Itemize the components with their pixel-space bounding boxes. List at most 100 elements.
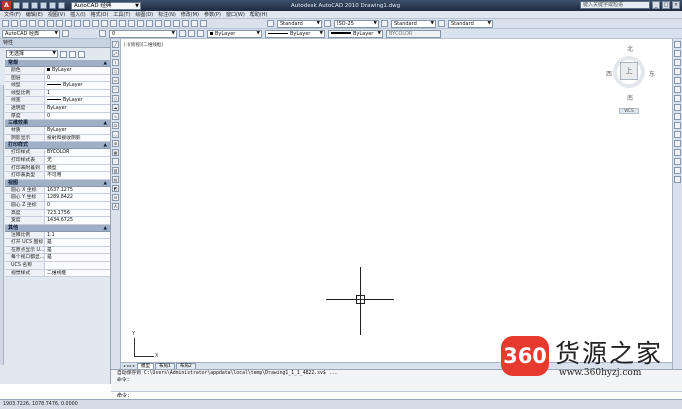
open-icon[interactable] (22, 2, 29, 9)
property-value[interactable]: ByLayer (45, 104, 110, 112)
zoom-window-icon[interactable] (128, 20, 135, 27)
property-row[interactable]: 线型 ByLayer (5, 82, 110, 90)
trim-icon[interactable] (674, 122, 681, 129)
copy-icon[interactable] (674, 50, 681, 57)
zoom-previous-icon[interactable] (137, 20, 144, 27)
property-value[interactable]: 是 (45, 254, 110, 262)
maximize-button[interactable]: □ (662, 1, 670, 9)
property-value[interactable]: 无 (45, 156, 110, 164)
property-row[interactable]: 线型比例 1 (5, 89, 110, 98)
viewcube-top-face[interactable]: 上 (620, 62, 638, 80)
move-icon[interactable] (674, 86, 681, 93)
property-value[interactable]: 二维线框 (45, 269, 110, 277)
hatch-icon[interactable]: ▨ (112, 167, 119, 174)
property-row[interactable]: 打开 UCS 图标是 (5, 239, 110, 247)
ellipse-icon[interactable]: ⬭ (112, 122, 119, 129)
redo-icon[interactable] (49, 2, 56, 9)
open-icon[interactable] (11, 20, 18, 27)
property-row[interactable]: 打印表附着到 模型 (5, 164, 110, 173)
help-icon[interactable] (200, 20, 207, 27)
tool-palettes-icon[interactable] (164, 20, 171, 27)
dim-style-select[interactable]: ISO-25 ▼ (334, 19, 379, 28)
table-icon[interactable]: ⊟ (112, 194, 119, 201)
scale-icon[interactable] (674, 104, 681, 111)
markup-icon[interactable] (182, 20, 189, 27)
coordinate-display[interactable]: 1903.7226, 1078.7476, 0.0000 (3, 402, 78, 407)
join-icon[interactable] (674, 149, 681, 156)
section-header[interactable]: 视图 ▲ (5, 179, 110, 187)
layer-previous-icon[interactable] (188, 30, 195, 37)
collapse-icon[interactable]: ▲ (104, 142, 107, 149)
circle-icon[interactable]: ○ (112, 95, 119, 102)
property-row[interactable]: 圆心 Y 坐标 1289.8422 (5, 194, 110, 202)
sheet-set-icon[interactable] (173, 20, 180, 27)
property-row[interactable]: 高度 723.1756 (5, 209, 110, 218)
property-row[interactable]: UCS 名称 (5, 262, 110, 270)
collapse-icon[interactable]: ▲ (104, 225, 107, 232)
menu-modify[interactable]: 修改(M) (181, 11, 199, 18)
property-value[interactable]: 投射和接收阴影 (45, 134, 110, 142)
text-style-select[interactable]: Standard ▼ (277, 19, 322, 28)
xline-icon[interactable]: ⤢ (112, 50, 119, 57)
undo-icon[interactable] (40, 2, 47, 9)
break-icon[interactable] (674, 140, 681, 147)
color-select[interactable]: ByLayer ▼ (207, 29, 262, 38)
preview-icon[interactable] (38, 20, 45, 27)
selection-select[interactable]: 无选择 ▼ (6, 50, 58, 58)
mleader-style-icon[interactable] (438, 20, 445, 27)
property-value[interactable]: 1637.1275 (45, 186, 110, 194)
property-value[interactable] (45, 262, 110, 269)
save-icon[interactable] (31, 2, 38, 9)
viewcube-south[interactable]: 南 (627, 93, 633, 102)
text-style-icon[interactable] (267, 20, 274, 27)
property-value[interactable]: ByLayer (45, 67, 110, 74)
menu-tools[interactable]: 工具(T) (113, 11, 130, 18)
application-menu-button[interactable]: A (2, 1, 11, 10)
property-value[interactable]: 0 (45, 201, 110, 209)
property-row[interactable]: 打印样式 BYCOLOR (5, 149, 110, 157)
rectangle-icon[interactable]: ▭ (112, 77, 119, 84)
layer-select[interactable]: 0 ▼ (109, 29, 177, 38)
minimize-button[interactable]: _ (652, 1, 660, 9)
explode-icon[interactable] (674, 176, 681, 183)
property-value[interactable]: 0 (45, 112, 110, 120)
mleader-style-select[interactable]: Standard ▼ (448, 19, 493, 28)
match-properties-icon[interactable] (83, 20, 90, 27)
menu-file[interactable]: 文件(F) (4, 11, 21, 18)
section-header[interactable]: 常规 ▲ (5, 60, 110, 67)
publish-icon[interactable] (47, 20, 54, 27)
line-icon[interactable]: ╱ (112, 41, 119, 48)
property-row[interactable]: 线宽 ByLayer (5, 97, 110, 105)
property-value[interactable]: ByLayer (45, 82, 110, 89)
select-objects-icon[interactable] (69, 50, 76, 58)
property-value[interactable]: BYCOLOR (45, 149, 110, 156)
lineweight-select[interactable]: ByLayer ▼ (328, 29, 383, 38)
property-row[interactable]: 宽度 1434.6725 (5, 217, 110, 225)
paste-icon[interactable] (74, 20, 81, 27)
menu-view[interactable]: 视图(V) (48, 11, 65, 18)
zoom-realtime-icon[interactable] (119, 20, 126, 27)
property-row[interactable]: 打印样式表无 (5, 156, 110, 165)
make-block-icon[interactable]: ▦ (112, 149, 119, 156)
cut-icon[interactable] (56, 20, 63, 27)
pan-icon[interactable] (110, 20, 117, 27)
property-value[interactable]: 1434.6725 (45, 217, 110, 224)
linetype-select[interactable]: ByLayer ▼ (265, 29, 325, 38)
layer-state-icon[interactable] (197, 30, 204, 37)
make-current-icon[interactable] (179, 30, 186, 37)
property-row[interactable]: 打印表类型 不可用 (5, 172, 110, 180)
design-center-icon[interactable] (155, 20, 162, 27)
extend-icon[interactable] (674, 131, 681, 138)
property-value[interactable]: 1 (45, 89, 110, 97)
collapse-icon[interactable]: ▲ (104, 60, 107, 67)
redo-icon[interactable] (101, 20, 108, 27)
collapse-icon[interactable]: ▲ (104, 120, 107, 127)
layer-properties-icon[interactable] (99, 30, 106, 37)
polygon-icon[interactable]: ⬡ (112, 68, 119, 75)
stretch-icon[interactable] (674, 113, 681, 120)
table-style-select[interactable]: Standard ▼ (391, 19, 436, 28)
section-header[interactable]: 打印样式 ▲ (5, 142, 110, 150)
region-icon[interactable]: ◩ (112, 185, 119, 192)
viewport-controls[interactable]: [-][俯视][二维线框] (124, 42, 163, 48)
workspace-select[interactable]: AutoCAD 经典 ▼ (2, 29, 60, 38)
